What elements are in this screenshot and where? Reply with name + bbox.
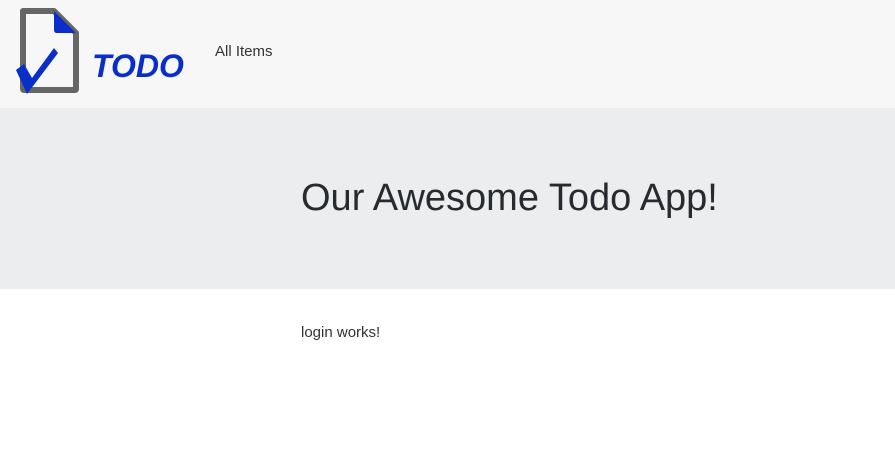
main-content: login works! (0, 289, 895, 451)
logo-text: TODO (92, 48, 184, 84)
nav-link-all-items[interactable]: All Items (215, 42, 273, 62)
hero-banner: Our Awesome Todo App! (0, 108, 895, 289)
brand-logo-link[interactable]: TODO (16, 8, 186, 96)
status-message: login works! (301, 324, 381, 341)
todo-logo-icon: TODO (16, 8, 184, 94)
top-navbar: TODO All Items (0, 0, 895, 108)
page-title: Our Awesome Todo App! (301, 177, 718, 219)
